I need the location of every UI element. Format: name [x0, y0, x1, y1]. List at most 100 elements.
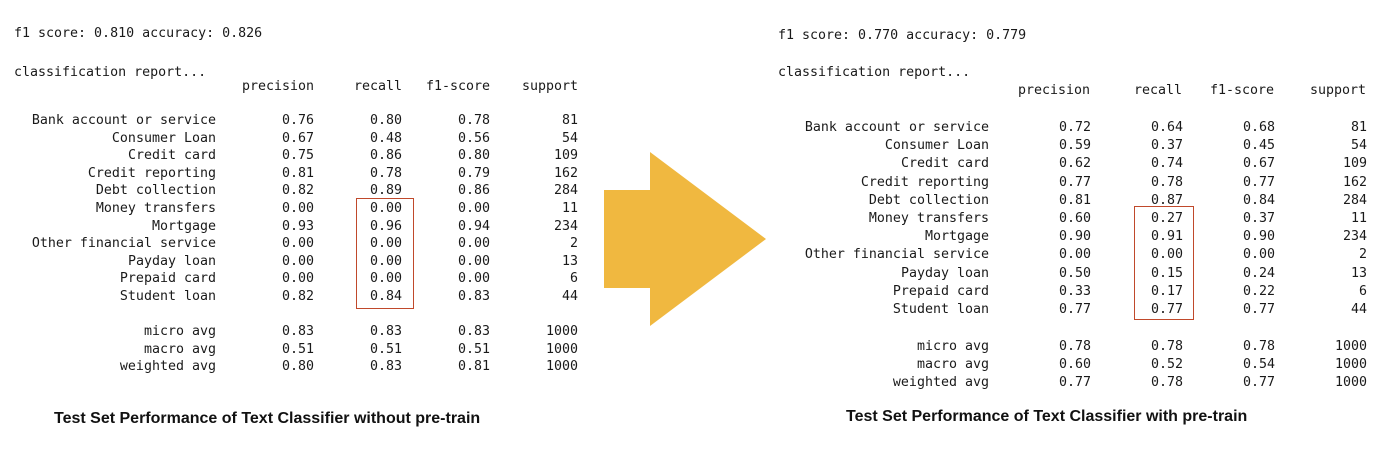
cell-support: 284: [553, 183, 578, 199]
row-label: micro avg: [916, 339, 989, 354]
cell-recall: 0.86: [369, 148, 402, 164]
cell-f1: 0.56: [457, 130, 490, 146]
cell-support: 1000: [1334, 357, 1367, 373]
cell-support: 234: [1342, 229, 1367, 245]
row-label: Debt collection: [95, 183, 216, 199]
row-label: Credit reporting: [87, 165, 216, 181]
cell-support: 162: [553, 165, 578, 181]
cell-f1: 0.00: [457, 201, 490, 216]
row-label: weighted avg: [119, 359, 216, 375]
cell-f1: 0.80: [457, 148, 490, 164]
cell-f1: 0.86: [457, 183, 490, 199]
cell-precision: 0.93: [281, 218, 314, 234]
cell-f1: 0.22: [1242, 283, 1275, 299]
row-label: Money transfers: [95, 201, 216, 216]
cell-support: 109: [1342, 156, 1367, 172]
cell-precision: 0.81: [1058, 192, 1091, 208]
cell-support: 6: [1358, 283, 1367, 299]
cell-support: 81: [1350, 120, 1367, 135]
cell-f1: 0.77: [1242, 174, 1275, 190]
cell-support: 2: [569, 236, 578, 252]
row-label: Consumer Loan: [884, 138, 989, 154]
cell-precision: 0.62: [1058, 156, 1091, 172]
row-label: macro avg: [916, 357, 989, 373]
cell-f1: 0.79: [457, 165, 490, 181]
cell-recall: 0.78: [1150, 375, 1183, 391]
cell-recall: 0.37: [1150, 138, 1183, 154]
column-header-support: support: [1309, 83, 1366, 98]
row-label: Mortgage: [924, 229, 989, 245]
cell-precision: 0.82: [281, 289, 314, 304]
cell-f1: 0.00: [457, 253, 490, 269]
cell-support: 284: [1342, 192, 1367, 208]
cell-f1: 0.90: [1242, 229, 1275, 245]
cell-f1: 0.83: [457, 289, 490, 304]
cell-support: 1000: [545, 324, 578, 339]
cell-support: 1000: [545, 341, 578, 357]
cell-precision: 0.59: [1058, 138, 1091, 154]
cell-f1: 0.77: [1242, 302, 1275, 317]
summary-line: f1 score: 0.810 accuracy: 0.826: [14, 26, 263, 41]
cell-support: 1000: [1334, 375, 1367, 391]
cell-recall: 0.80: [369, 113, 402, 128]
row-label: Prepaid card: [892, 283, 989, 299]
cell-recall: 0.48: [369, 130, 402, 146]
cell-support: 13: [561, 253, 578, 269]
cell-precision: 0.76: [281, 113, 314, 128]
cell-support: 44: [561, 289, 578, 304]
cell-support: 1000: [545, 359, 578, 375]
cell-support: 11: [561, 201, 578, 216]
row-label: Payday loan: [900, 265, 989, 281]
cell-precision: 0.81: [281, 165, 314, 181]
cell-precision: 0.80: [281, 359, 314, 375]
row-label: Consumer Loan: [111, 130, 216, 146]
cell-f1: 0.00: [457, 271, 490, 287]
row-label: Mortgage: [151, 218, 216, 234]
report-title: classification report...: [14, 65, 207, 80]
cell-f1: 0.45: [1242, 138, 1275, 154]
cell-f1: 0.83: [457, 324, 490, 339]
row-label: Other financial service: [804, 247, 989, 263]
cell-f1: 0.84: [1242, 192, 1275, 208]
cell-support: 54: [561, 130, 578, 146]
cell-f1: 0.54: [1242, 357, 1275, 373]
cell-f1: 0.51: [457, 341, 490, 357]
cell-f1: 0.81: [457, 359, 490, 375]
cell-support: 1000: [1334, 339, 1367, 354]
cell-support: 44: [1350, 302, 1367, 317]
cell-support: 6: [569, 271, 578, 287]
cell-f1: 0.00: [1242, 247, 1275, 263]
row-label: Bank account or service: [804, 120, 989, 135]
cell-support: 109: [553, 148, 578, 164]
cell-recall: 0.83: [369, 324, 402, 339]
figure-caption: Test Set Performance of Text Classifier …: [846, 408, 1248, 425]
cell-precision: 0.77: [1058, 174, 1091, 190]
cell-recall: 0.51: [369, 341, 402, 357]
cell-recall: 0.74: [1150, 156, 1183, 172]
cell-recall: 0.89: [369, 183, 402, 199]
cell-precision: 0.77: [1058, 302, 1091, 317]
row-label: Credit reporting: [860, 174, 989, 190]
row-label: Student loan: [892, 302, 989, 317]
recall-highlight-box: [1134, 206, 1194, 320]
column-header-f1: f1-score: [1209, 83, 1274, 98]
row-label: macro avg: [143, 341, 216, 357]
cell-support: 162: [1342, 174, 1367, 190]
cell-f1: 0.37: [1242, 211, 1275, 226]
row-label: Bank account or service: [31, 113, 216, 128]
row-label: Credit card: [127, 148, 216, 164]
column-header-precision: precision: [241, 79, 314, 94]
cell-precision: 0.72: [1058, 120, 1091, 135]
cell-f1: 0.68: [1242, 120, 1275, 135]
cell-f1: 0.78: [1242, 339, 1275, 354]
row-label: Money transfers: [868, 211, 989, 226]
cell-recall: 0.52: [1150, 357, 1183, 373]
cell-precision: 0.75: [281, 148, 314, 164]
cell-recall: 0.78: [1150, 174, 1183, 190]
cell-recall: 0.64: [1150, 120, 1183, 135]
row-label: Student loan: [119, 289, 216, 304]
cell-recall: 0.78: [1150, 339, 1183, 354]
cell-recall: 0.83: [369, 359, 402, 375]
row-label: Credit card: [900, 156, 989, 172]
cell-precision: 0.83: [281, 324, 314, 339]
